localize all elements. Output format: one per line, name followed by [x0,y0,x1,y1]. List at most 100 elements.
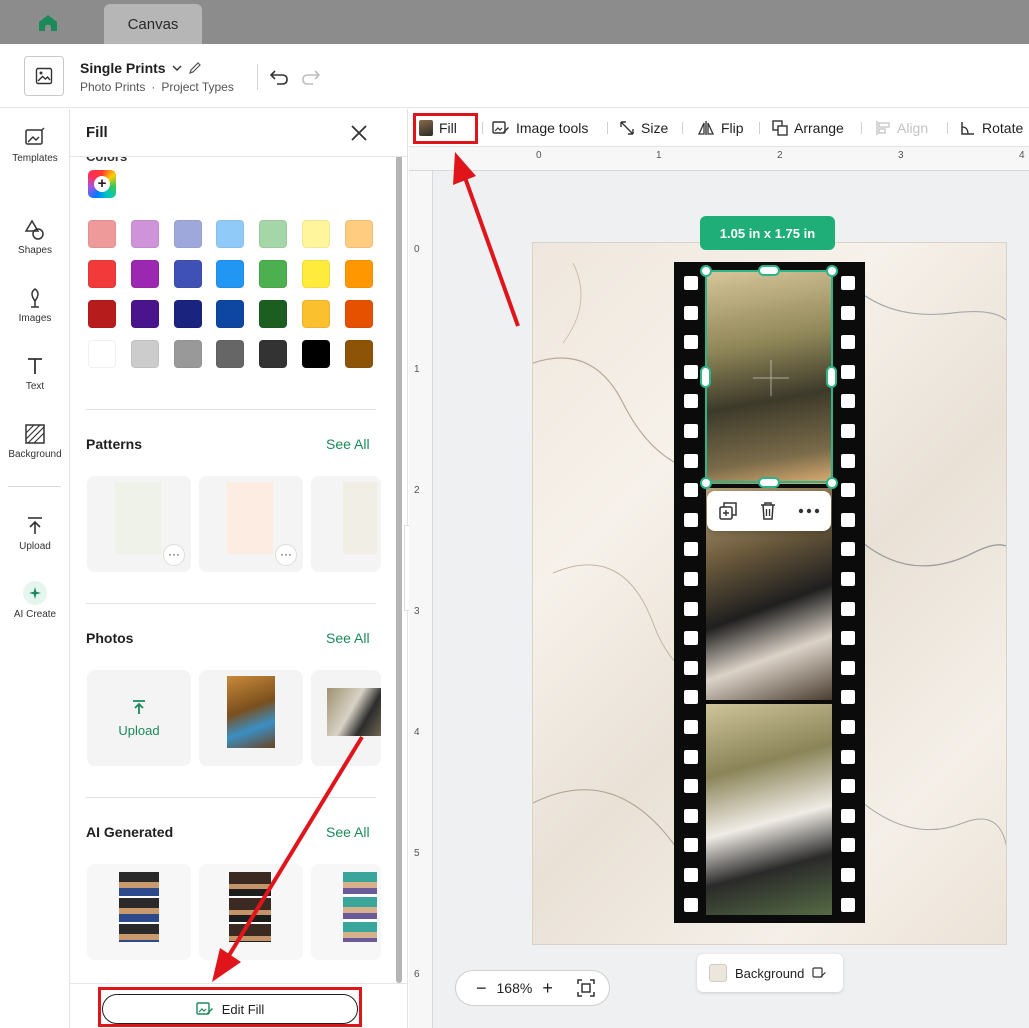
ai-see-all-link[interactable]: See All [326,824,370,840]
add-custom-color-button[interactable]: + [88,170,116,198]
color-swatch[interactable] [344,300,373,328]
zoom-level: 168% [496,980,533,996]
color-swatch[interactable] [301,220,330,248]
ruler-label: 1 [414,364,420,375]
film-sprocket-hole [684,542,698,557]
color-swatch[interactable] [259,260,288,288]
ai-generated-card[interactable] [311,864,381,960]
redo-button[interactable] [298,64,324,90]
color-swatch[interactable] [130,260,159,288]
color-swatch[interactable] [344,340,373,368]
color-swatch[interactable] [344,260,373,288]
color-swatch[interactable] [216,220,245,248]
ai-generated-card[interactable] [199,864,303,960]
color-swatch[interactable] [301,260,330,288]
rail-item-shapes[interactable]: Shapes [0,219,70,256]
film-photo-3[interactable] [706,704,832,915]
breadcrumb-item[interactable]: Project Types [161,80,233,94]
photo-card[interactable] [199,670,303,766]
ruler-label: 2 [777,150,783,161]
project-title[interactable]: Single Prints [80,60,202,76]
more-options-button[interactable]: ··· [275,544,297,566]
color-swatch[interactable] [173,300,202,328]
color-swatch[interactable] [173,260,202,288]
resize-handle-bottom-left[interactable] [700,477,712,489]
color-swatch[interactable] [216,300,245,328]
color-swatch[interactable] [130,220,159,248]
resize-handle-bottom-right[interactable] [826,477,838,489]
trash-icon[interactable] [759,501,777,521]
rail-item-templates[interactable]: Templates [0,127,70,164]
more-options-icon[interactable] [798,508,820,514]
rail-item-images[interactable]: Images [0,287,70,324]
resize-handle-top-left[interactable] [700,265,712,277]
resize-handle-top-right[interactable] [826,265,838,277]
film-sprocket-hole [841,601,855,616]
rotate-tool-label: Rotate [982,120,1024,136]
photos-see-all-link[interactable]: See All [326,630,370,646]
zoom-in-button[interactable]: + [542,978,553,999]
undo-button[interactable] [266,64,292,90]
arrange-tool-button[interactable]: Arrange [772,109,844,147]
more-options-button[interactable]: ··· [163,544,185,566]
color-swatch[interactable] [130,300,159,328]
flip-tool-button[interactable]: Flip [697,109,744,147]
resize-handle-left[interactable] [700,366,711,388]
pattern-card[interactable] [311,476,381,572]
photo-card[interactable] [311,670,381,766]
rotate-tool-button[interactable]: Rotate [960,109,1023,147]
patterns-see-all-link[interactable]: See All [326,436,370,452]
color-swatch[interactable] [301,300,330,328]
home-button[interactable] [28,8,68,38]
image-tools-label: Image tools [516,120,589,136]
ai-generated-card[interactable] [87,864,191,960]
pattern-card[interactable]: ··· [199,476,303,572]
selection-box[interactable] [705,270,833,483]
color-swatch[interactable] [216,340,245,368]
chevron-down-icon[interactable] [172,64,182,72]
pencil-icon[interactable] [188,61,202,75]
close-panel-button[interactable] [348,122,370,144]
color-swatch[interactable] [173,340,202,368]
ruler-label: 6 [414,969,420,980]
tab-canvas[interactable]: Canvas [104,4,202,44]
color-swatch[interactable] [259,300,288,328]
crosshair-icon [753,360,789,396]
upload-photo-card[interactable]: Upload [87,670,191,766]
color-swatch[interactable] [216,260,245,288]
color-swatch[interactable] [130,340,159,368]
color-swatch[interactable] [88,220,116,248]
rail-item-upload[interactable]: Upload [0,515,70,552]
project-thumbnail[interactable] [24,56,64,96]
rail-item-ai-create[interactable]: AI Create [0,581,70,620]
resize-handle-top[interactable] [758,265,780,276]
resize-handle-right[interactable] [826,366,837,388]
resize-handle-bottom[interactable] [758,477,780,488]
background-chip[interactable]: Background [697,954,843,992]
align-tool-button[interactable]: Align [875,109,928,147]
color-swatch[interactable] [344,220,373,248]
size-tool-button[interactable]: Size [619,109,668,147]
color-swatch[interactable] [301,340,330,368]
color-swatch[interactable] [259,340,288,368]
rail-item-label: Background [8,449,62,460]
edit-background-icon[interactable] [812,966,827,980]
film-sprocket-hole [684,720,698,734]
color-swatch[interactable] [173,220,202,248]
color-swatch[interactable] [88,260,116,288]
color-swatch[interactable] [88,300,116,328]
panel-scrollbar[interactable] [396,153,402,983]
vertical-ruler: 0 1 2 3 4 5 6 [409,171,433,1028]
image-tools-button[interactable]: Image tools [492,109,588,147]
fit-to-screen-icon[interactable] [577,979,595,997]
rail-item-background[interactable]: Background [0,423,70,460]
breadcrumb-item[interactable]: Photo Prints [80,80,145,94]
color-swatch[interactable] [259,220,288,248]
duplicate-icon[interactable] [718,501,738,521]
section-divider [86,603,376,604]
color-swatch[interactable] [88,340,116,368]
pattern-card[interactable]: ··· [87,476,191,572]
film-sprocket-hole [841,305,855,320]
zoom-out-button[interactable]: − [476,978,487,999]
rail-item-text[interactable]: Text [0,355,70,392]
